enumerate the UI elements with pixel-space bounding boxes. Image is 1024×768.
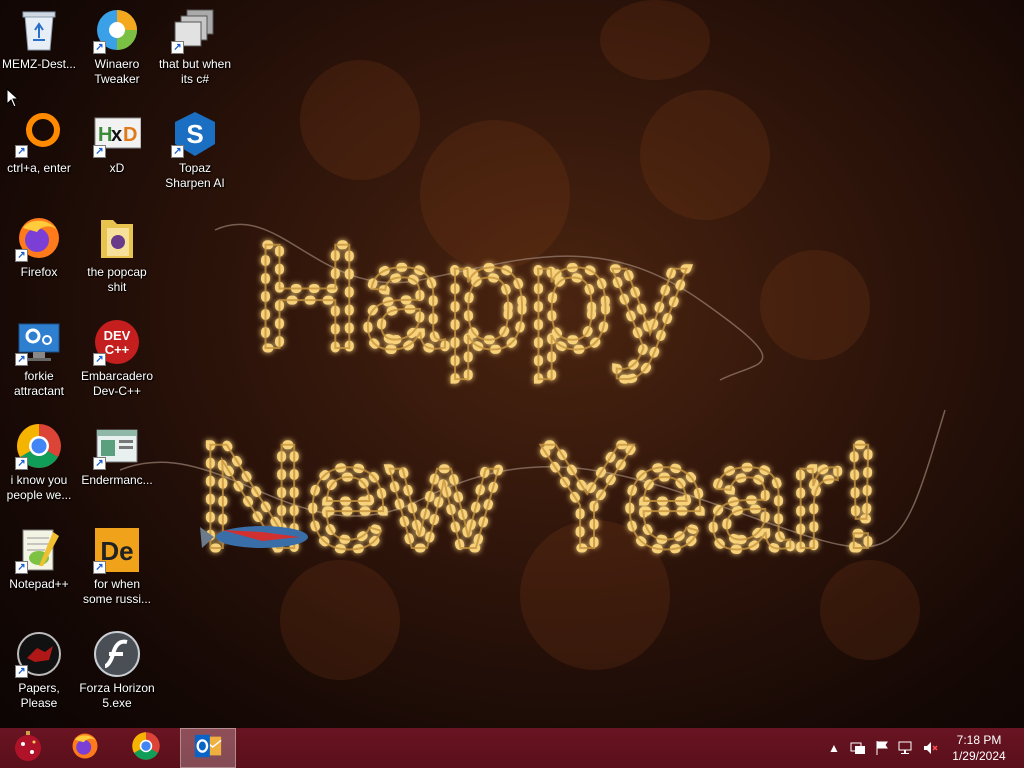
- desktop-icon-memz[interactable]: MEMZ-Dest...: [0, 0, 78, 72]
- svg-text:x: x: [111, 124, 122, 146]
- shortcut-arrow-icon: ↗: [93, 457, 106, 470]
- desktop-icon-i-know-you-people[interactable]: ↗ i know you people we...: [0, 416, 78, 503]
- svg-text:D: D: [123, 124, 137, 146]
- mouse-pointer-icon: [6, 87, 20, 113]
- shortcut-arrow-icon: ↗: [15, 249, 28, 262]
- greeting-line-1-outline: Happy: [253, 212, 687, 380]
- recycle-bin-icon: [15, 6, 63, 54]
- desktop-icon-the-popcap-shit[interactable]: the popcap shit: [78, 208, 156, 295]
- greeting-line-2-outline: New Year!: [198, 412, 882, 580]
- desktop-icon-ctrl-a-enter[interactable]: ↗ ctrl+a, enter: [0, 104, 78, 176]
- shortcut-arrow-icon: ↗: [15, 665, 28, 678]
- desktop-icon-embarcadero-devcpp[interactable]: DEV C++ ↗ Embarcadero Dev-C++: [78, 312, 156, 399]
- winaero-tweaker-icon: ↗: [93, 6, 141, 54]
- desktop-icon-that-but-when-its-csharp[interactable]: ↗ that but when its c#: [156, 0, 234, 87]
- volume-muted-icon[interactable]: [922, 740, 938, 756]
- stacked-windows-icon: ↗: [171, 6, 219, 54]
- outlook-icon: [193, 731, 223, 766]
- taskbar-chrome-button[interactable]: [118, 728, 174, 768]
- orange-ring-icon: ↗: [15, 110, 63, 158]
- shortcut-arrow-icon: ↗: [15, 561, 28, 574]
- de-app-icon: De ↗: [93, 526, 141, 574]
- svg-text:C++: C++: [105, 342, 130, 357]
- settings-monitor-icon: ↗: [15, 318, 63, 366]
- hxd-editor-icon: H x D ↗: [93, 110, 142, 158]
- flag-icon[interactable]: [874, 740, 890, 756]
- desktop-icon-firefox[interactable]: ↗ Firefox: [0, 208, 78, 280]
- start-button[interactable]: [0, 728, 56, 768]
- firefox-icon: ↗: [15, 214, 63, 262]
- network-icon[interactable]: [898, 740, 914, 756]
- shortcut-arrow-icon: ↗: [93, 353, 106, 366]
- desktop-icon-forza-horizon-5[interactable]: Forza Horizon 5.exe: [78, 624, 156, 711]
- svg-text:S: S: [186, 119, 203, 149]
- desktop-icon-forkie-attractant[interactable]: ↗ forkie attractant: [0, 312, 78, 399]
- shortcut-arrow-icon: ↗: [93, 561, 106, 574]
- papers-please-icon: ↗: [15, 630, 63, 678]
- system-clock[interactable]: 7:18 PM 1/29/2024: [944, 732, 1014, 764]
- shortcut-arrow-icon: ↗: [171, 41, 184, 54]
- taskbar-firefox-button[interactable]: [57, 728, 113, 768]
- topaz-sharpen-icon: S ↗: [171, 110, 219, 158]
- start-ornament-icon: [12, 730, 44, 767]
- firefox-icon: [70, 731, 100, 766]
- desktop-icon-topaz-sharpen-ai[interactable]: S ↗ Topaz Sharpen AI: [156, 104, 234, 191]
- desktop-icon-xd[interactable]: H x D ↗ xD: [78, 104, 156, 176]
- taskbar-outlook-button[interactable]: [180, 728, 236, 768]
- shortcut-arrow-icon: ↗: [93, 41, 106, 54]
- shortcut-arrow-icon: ↗: [15, 145, 28, 158]
- network-status-icon[interactable]: [850, 740, 866, 756]
- devcpp-icon: DEV C++ ↗: [93, 318, 141, 366]
- folder-icon: [93, 214, 141, 262]
- notepadpp-icon: ↗: [15, 526, 63, 574]
- clock-time: 7:18 PM: [956, 733, 1002, 747]
- clock-date: 1/29/2024: [952, 749, 1006, 763]
- window-app-icon: ↗: [93, 422, 141, 470]
- desktop-icon-papers-please[interactable]: ↗ Papers, Please: [0, 624, 78, 711]
- shortcut-arrow-icon: ↗: [15, 353, 28, 366]
- desktop-icon-for-when-some-russi[interactable]: De ↗ for when some russi...: [78, 520, 156, 607]
- shortcut-arrow-icon: ↗: [93, 145, 106, 158]
- shortcut-arrow-icon: ↗: [15, 457, 28, 470]
- chrome-icon: [131, 731, 161, 766]
- flash-player-icon: [93, 630, 141, 678]
- taskbar: ▲ 7:18 PM 1/29/2024: [0, 728, 1024, 768]
- chrome-icon: ↗: [15, 422, 63, 470]
- chevron-up-icon[interactable]: ▲: [826, 740, 842, 756]
- desktop-icon-endermanch[interactable]: ↗ Endermanc...: [78, 416, 156, 488]
- desktop-icon-notepadpp[interactable]: ↗ Notepad++: [0, 520, 78, 592]
- desktop-icon-winaero-tweaker[interactable]: ↗ Winaero Tweaker: [78, 0, 156, 87]
- shortcut-arrow-icon: ↗: [171, 145, 184, 158]
- svg-text:DEV: DEV: [104, 328, 131, 343]
